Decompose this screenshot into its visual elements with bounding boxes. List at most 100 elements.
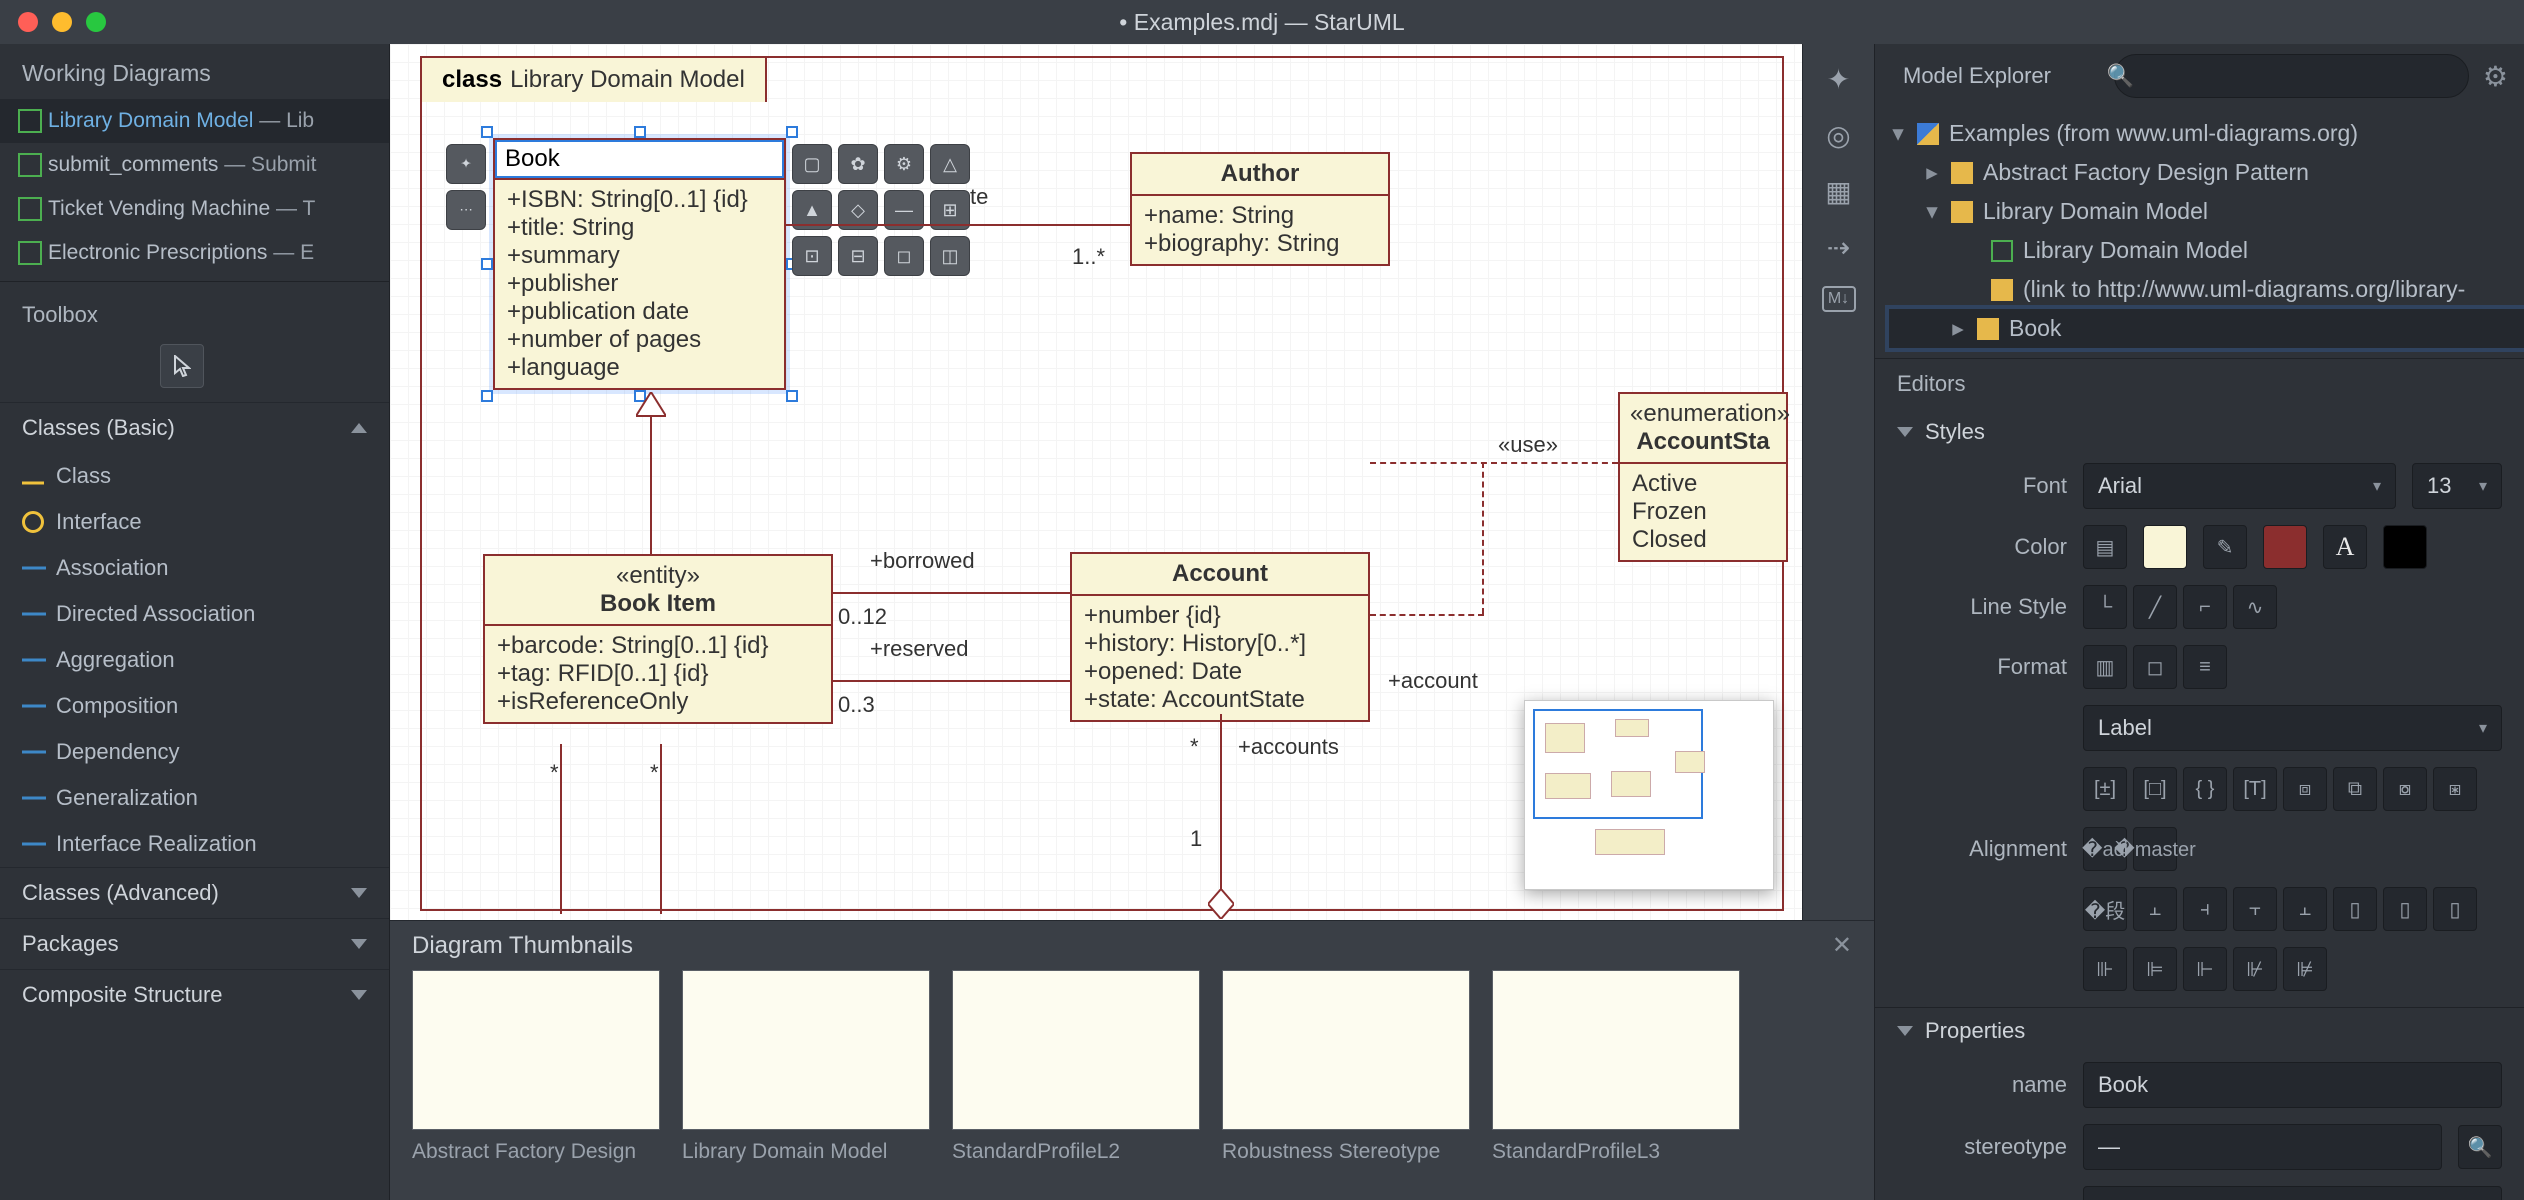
format-option[interactable]: ≡ xyxy=(2183,645,2227,689)
thumbnail[interactable]: StandardProfileL2 xyxy=(952,970,1200,1164)
prop-visibility-select[interactable]: public▾ xyxy=(2083,1186,2502,1200)
linestyle-option[interactable]: ╱ xyxy=(2133,585,2177,629)
format-toggle[interactable]: [□] xyxy=(2133,767,2177,811)
class-book[interactable]: +ISBN: String[0..1] {id}+title: String +… xyxy=(493,138,786,390)
align-option[interactable]: �段 xyxy=(2083,887,2127,931)
close-icon[interactable]: ✕ xyxy=(1832,931,1852,960)
extension-icon[interactable]: ✦ xyxy=(1822,62,1856,96)
quick-tool-button[interactable]: ✦ xyxy=(446,144,486,184)
thumbnail[interactable]: Abstract Factory Design xyxy=(412,970,660,1164)
format-toggle[interactable]: [±] xyxy=(2083,767,2127,811)
format-toggle[interactable]: { } xyxy=(2183,767,2227,811)
association-edge[interactable] xyxy=(660,744,662,914)
fill-color-swatch[interactable] xyxy=(2143,525,2187,569)
class-book-item[interactable]: «entity» Book Item +barcode: String[0..1… xyxy=(483,554,833,724)
distribute-option[interactable]: ⊫ xyxy=(2133,947,2177,991)
align-button[interactable]: �master xyxy=(2133,827,2177,871)
quick-tool-button[interactable]: ⊡ xyxy=(792,236,832,276)
toolbox-item-generalization[interactable]: Generalization xyxy=(0,775,389,821)
association-edge[interactable] xyxy=(833,680,1070,682)
toolbox-section-composite-structure[interactable]: Composite Structure xyxy=(0,969,389,1020)
quick-tool-button[interactable]: ⋯ xyxy=(446,190,486,230)
dependency-edge[interactable] xyxy=(1482,462,1484,614)
format-toggle[interactable]: ⧆ xyxy=(2433,767,2477,811)
search-stereotype-button[interactable]: 🔍 xyxy=(2458,1125,2502,1169)
align-option[interactable]: ▯ xyxy=(2383,887,2427,931)
enum-accountstate[interactable]: «enumeration» AccountSta ActiveFrozenClo… xyxy=(1618,392,1788,562)
working-diagram-item[interactable]: submit_comments — Submit xyxy=(0,143,389,187)
tree-node[interactable]: ▾Library Domain Model xyxy=(1889,192,2524,231)
toolbox-section-classes-basic[interactable]: Classes (Basic) xyxy=(0,402,389,453)
format-select[interactable]: Label▾ xyxy=(2083,705,2502,751)
text-color-swatch[interactable] xyxy=(2383,525,2427,569)
tree-node[interactable]: ▾Examples (from www.uml-diagrams.org) xyxy=(1889,114,2524,153)
format-option[interactable]: ▥ xyxy=(2083,645,2127,689)
working-diagram-item[interactable]: Library Domain Model — Lib xyxy=(0,99,389,143)
toolbox-item-dependency[interactable]: Dependency xyxy=(0,729,389,775)
gear-icon[interactable]: ⚙ xyxy=(2483,60,2508,93)
association-edge[interactable] xyxy=(1220,714,1222,914)
share-icon[interactable]: ⇢ xyxy=(1822,230,1856,264)
linestyle-option[interactable]: ∿ xyxy=(2233,585,2277,629)
tree-node[interactable]: ▸Abstract Factory Design Pattern xyxy=(1889,153,2524,192)
toolbox-item-association[interactable]: Association xyxy=(0,545,389,591)
linestyle-option[interactable]: └ xyxy=(2083,585,2127,629)
align-option[interactable]: ⫠ xyxy=(2283,887,2327,931)
properties-section-header[interactable]: Properties xyxy=(1875,1007,2524,1054)
dependency-edge[interactable] xyxy=(1370,462,1618,464)
linestyle-option[interactable]: ⌐ xyxy=(2183,585,2227,629)
thumbnail[interactable]: Robustness Stereotype xyxy=(1222,970,1470,1164)
text-color-button[interactable]: A xyxy=(2323,525,2367,569)
styles-section-header[interactable]: Styles xyxy=(1875,409,2524,455)
tree-node[interactable]: Library Domain Model xyxy=(1889,231,2524,270)
explorer-search-input[interactable] xyxy=(2114,54,2469,98)
align-option[interactable]: ▯ xyxy=(2333,887,2377,931)
grid-icon[interactable]: ▦ xyxy=(1822,174,1856,208)
selection-tool-button[interactable] xyxy=(160,344,204,388)
toolbox-item-aggregation[interactable]: Aggregation xyxy=(0,637,389,683)
toolbox-item-composition[interactable]: Composition xyxy=(0,683,389,729)
line-color-swatch[interactable] xyxy=(2263,525,2307,569)
quick-tool-button[interactable]: ⚙ xyxy=(884,144,924,184)
toolbox-item-directed-association[interactable]: Directed Association xyxy=(0,591,389,637)
quick-tool-button[interactable]: ▢ xyxy=(792,144,832,184)
line-color-button[interactable]: ✎ xyxy=(2203,525,2247,569)
dependency-edge[interactable] xyxy=(1370,614,1484,616)
align-option[interactable]: ▯ xyxy=(2433,887,2477,931)
quick-tool-button[interactable]: ◻ xyxy=(884,236,924,276)
align-option[interactable]: ⫞ xyxy=(2183,887,2227,931)
thumbnail[interactable]: Library Domain Model xyxy=(682,970,930,1164)
class-name-input[interactable] xyxy=(495,140,784,178)
format-option[interactable]: ◻ xyxy=(2133,645,2177,689)
font-family-select[interactable]: Arial▾ xyxy=(2083,463,2396,509)
toolbox-section-packages[interactable]: Packages xyxy=(0,918,389,969)
fill-color-button[interactable]: ▤ xyxy=(2083,525,2127,569)
format-toggle[interactable]: ⧇ xyxy=(2383,767,2427,811)
class-account[interactable]: Account +number {id}+history: History[0.… xyxy=(1070,552,1370,722)
toolbox-item-interface-realization[interactable]: Interface Realization xyxy=(0,821,389,867)
markdown-icon[interactable]: M↓ xyxy=(1822,286,1856,312)
class-author[interactable]: Author +name: String+biography: String xyxy=(1130,152,1390,266)
working-diagram-item[interactable]: Ticket Vending Machine — T xyxy=(0,187,389,231)
font-size-select[interactable]: 13▾ xyxy=(2412,463,2502,509)
format-toggle[interactable]: [T] xyxy=(2233,767,2277,811)
tree-node[interactable]: (link to http://www.uml-diagrams.org/lib… xyxy=(1889,270,2524,309)
quick-tool-button[interactable]: ⊟ xyxy=(838,236,878,276)
format-toggle[interactable]: ⧉ xyxy=(2333,767,2377,811)
thumbnail[interactable]: StandardProfileL3 xyxy=(1492,970,1740,1164)
association-edge[interactable] xyxy=(560,744,562,914)
tree-node-selected[interactable]: ▸Book xyxy=(1889,309,2524,348)
target-icon[interactable]: ◎ xyxy=(1822,118,1856,152)
quick-tool-button[interactable]: ✿ xyxy=(838,144,878,184)
toolbox-item-class[interactable]: Class xyxy=(0,453,389,499)
format-toggle[interactable]: ⧈ xyxy=(2283,767,2327,811)
association-edge[interactable] xyxy=(833,592,1070,594)
distribute-option[interactable]: ⊪ xyxy=(2083,947,2127,991)
prop-stereotype-input[interactable]: — xyxy=(2083,1124,2442,1170)
toolbox-section-classes-advanced[interactable]: Classes (Advanced) xyxy=(0,867,389,918)
distribute-option[interactable]: ⊩ xyxy=(2183,947,2227,991)
distribute-option[interactable]: ⊮ xyxy=(2233,947,2277,991)
align-option[interactable]: ⫠ xyxy=(2133,887,2177,931)
distribute-option[interactable]: ⊯ xyxy=(2283,947,2327,991)
generalization-edge[interactable] xyxy=(650,414,652,554)
